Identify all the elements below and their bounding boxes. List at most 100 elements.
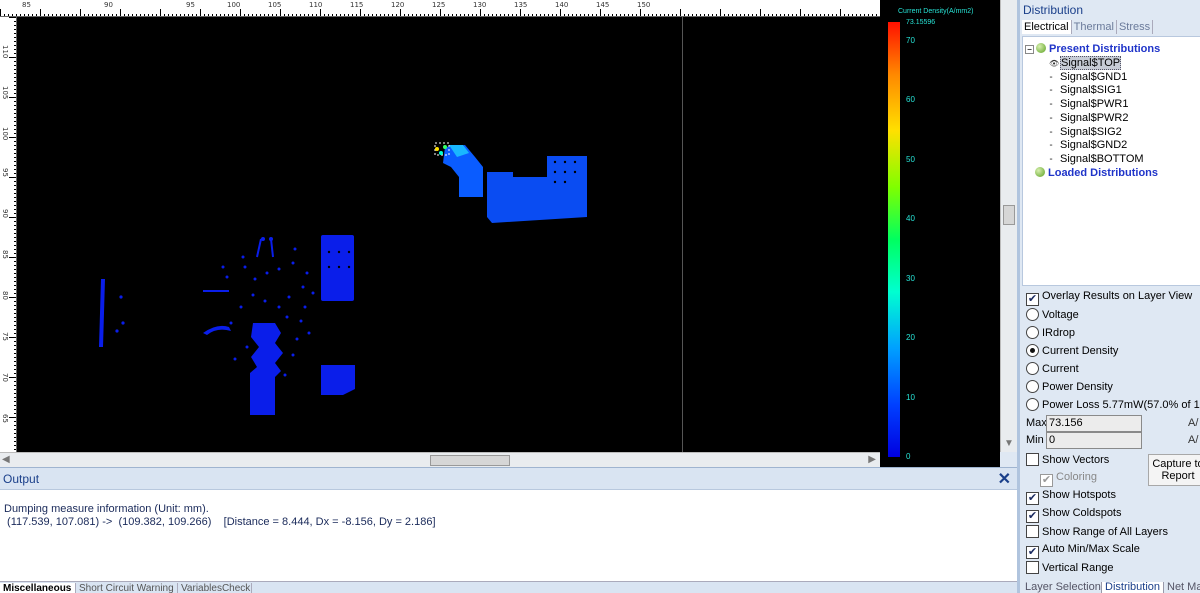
ruler-y-label: 70 [1,373,9,382]
bottom-copper-shapes [99,235,355,415]
vertical-range-checkbox[interactable]: Vertical Range [1026,561,1114,574]
legend-max-value: 73.15596 [906,19,936,26]
show-hotspots-checkbox[interactable]: ✔ Show Hotspots [1026,489,1116,505]
min-value-field[interactable]: 0 [1046,432,1142,449]
tree-layer-item[interactable]: ⁃ Signal$BOTTOM [1049,153,1144,165]
tab-stress[interactable]: Stress [1117,20,1154,34]
ruler-tick [9,257,16,258]
tree-present-distributions[interactable]: − Present Distributions [1025,43,1160,55]
distribution-panel: Distribution Electrical Thermal Stress − Pr… [1017,0,1200,593]
scroll-down-icon[interactable]: ▼ [1004,438,1014,449]
legend-title: Current Density(A/mm2) [898,8,974,15]
top-copper-shapes [434,142,587,223]
checkbox-icon[interactable] [1026,525,1039,538]
ruler-y-label: 80 [1,291,9,300]
tab-distribution[interactable]: Distribution [1102,582,1164,593]
output-line-1: Dumping measure information (Unit: mm). [4,503,209,515]
tree-layer-item[interactable]: ⁃ Signal$GND2 [1049,139,1127,151]
horizontal-scrollbar[interactable]: ◀ ▶ [0,452,880,467]
radio-current-density[interactable]: Current Density [1026,344,1118,357]
tab-variables-check[interactable]: VariablesCheck [178,583,252,593]
ruler-tick [9,137,16,138]
show-coldspots-checkbox[interactable]: ✔ Show Coldspots [1026,507,1122,523]
show-hotspots-label: Show Hotspots [1042,489,1116,501]
radio-selected-icon[interactable] [1026,344,1039,357]
radio-irdrop[interactable]: IRdrop [1026,326,1075,339]
eye-icon: 👁 [1049,59,1060,68]
scroll-left-icon[interactable]: ◀ [2,454,10,465]
tree-present-label: Present Distributions [1049,43,1161,55]
tree-layer-label: Signal$BOTTOM [1060,152,1144,165]
panel-tabs: Electrical Thermal Stress [1022,20,1154,36]
radio-icon[interactable] [1026,398,1039,411]
show-vectors-checkbox[interactable]: Show Vectors [1026,453,1109,466]
tree-layer-item[interactable]: ⁃ Signal$SIG1 [1049,84,1122,96]
checkbox-checked-icon[interactable]: ✔ [1026,293,1039,306]
output-panel: Output ✕ Dumping measure information (Un… [0,467,1017,593]
vertical-scrollbar[interactable]: ▼ [1000,0,1017,452]
checkbox-icon[interactable] [1026,453,1039,466]
checkbox-icon[interactable] [1026,561,1039,574]
tab-thermal[interactable]: Thermal [1072,20,1117,34]
tree-layer-label: Signal$SIG2 [1060,125,1122,138]
radio-icon[interactable] [1026,362,1039,375]
horizontal-scroll-thumb[interactable] [430,455,510,466]
vertical-scroll-thumb[interactable] [1003,205,1015,225]
radio-voltage[interactable]: Voltage [1026,308,1079,321]
ruler-tick [440,9,441,16]
min-unit: A/ [1188,434,1199,446]
leaf-icon: ⁃ [1049,154,1053,164]
max-unit: A/ [1188,417,1199,429]
tab-layer-selection[interactable]: Layer Selection [1022,582,1102,593]
close-icon[interactable]: ✕ [998,469,1011,489]
tab-miscellaneous[interactable]: Miscellaneous [0,583,76,593]
distribution-tree: − Present Distributions 👁 Signal$TOP ⁃ Signa… [1022,36,1200,286]
radio-power-loss[interactable]: Power Loss 5.77mW(57.0% of 10.1 [1026,398,1200,411]
overlay-results-checkbox[interactable]: ✔ Overlay Results on Layer View [1026,290,1192,306]
ruler-x-label: 140 [555,1,569,9]
ruler-tick [9,417,16,418]
tab-electrical[interactable]: Electrical [1022,20,1072,34]
checkbox-checked-icon[interactable]: ✔ [1026,492,1039,505]
tab-net-manager[interactable]: Net Ma [1164,582,1200,593]
checkbox-checked-icon[interactable]: ✔ [1026,510,1039,523]
tab-short-circuit-warning[interactable]: Short Circuit Warning [76,583,178,593]
leaf-icon: ⁃ [1049,127,1053,137]
capture-to-report-button[interactable]: Capture to Report [1148,454,1200,486]
layout-canvas[interactable] [17,17,880,452]
tree-layer-item[interactable]: ⁃ Signal$GND1 [1049,71,1127,83]
tree-layer-item[interactable]: ⁃ Signal$SIG2 [1049,126,1122,138]
max-value-field[interactable]: 73.156 [1046,415,1142,432]
tree-loaded-label: Loaded Distributions [1048,167,1158,179]
show-range-checkbox[interactable]: Show Range of All Layers [1026,525,1168,538]
collapse-icon[interactable]: − [1025,45,1034,54]
tree-loaded-distributions[interactable]: Loaded Distributions [1035,167,1158,179]
ruler-tick [480,9,481,16]
ruler-x-label: 145 [596,1,610,9]
auto-scale-checkbox[interactable]: ✔ Auto Min/Max Scale [1026,543,1140,559]
coloring-checkbox[interactable]: ✔ Coloring [1040,471,1097,487]
show-range-label: Show Range of All Layers [1042,526,1168,538]
ruler-tick [720,9,721,16]
scroll-right-icon[interactable]: ▶ [868,454,876,465]
legend-tick-label: 70 [906,35,915,45]
tree-layer-item[interactable]: ⁃ Signal$PWR2 [1049,112,1128,124]
radio-icon[interactable] [1026,380,1039,393]
panel-title: Distribution [1023,3,1084,17]
color-legend: Current Density(A/mm2) 73.15596 70 60 50 40… [880,0,1000,467]
ruler-tick [9,337,16,338]
ruler-tick [0,9,1,16]
globe-icon [1036,43,1046,53]
vertical-range-label: Vertical Range [1042,562,1114,574]
checkbox-checked-icon[interactable]: ✔ [1040,474,1053,487]
legend-tick-label: 20 [906,333,915,343]
radio-icon[interactable] [1026,326,1039,339]
checkbox-checked-icon[interactable]: ✔ [1026,546,1039,559]
radio-power-density[interactable]: Power Density [1026,380,1113,393]
tree-layer-item[interactable]: 👁 Signal$TOP [1049,56,1122,70]
ruler-x-label: 95 [186,1,195,9]
radio-current[interactable]: Current [1026,362,1079,375]
ruler-tick [200,9,201,16]
radio-icon[interactable] [1026,308,1039,321]
tree-layer-item[interactable]: ⁃ Signal$PWR1 [1049,98,1128,110]
